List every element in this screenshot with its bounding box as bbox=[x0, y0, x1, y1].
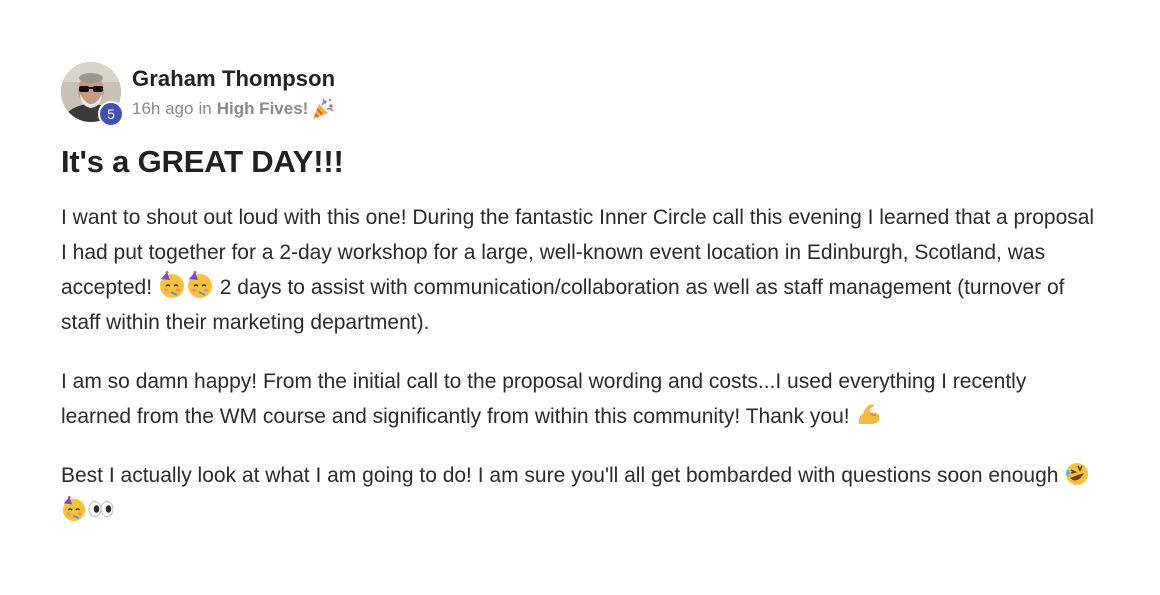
post-body: I want to shout out loud with this one! … bbox=[61, 200, 1101, 528]
paragraph-2: I am so damn happy! From the initial cal… bbox=[61, 364, 1101, 434]
author-name[interactable]: Graham Thompson bbox=[132, 66, 335, 92]
post-header: 5 Graham Thompson 16h ago in High Fives! bbox=[61, 62, 1101, 127]
post-title: It's a GREAT DAY!!! bbox=[61, 144, 344, 179]
partying-face-icon bbox=[186, 271, 214, 299]
post-time[interactable]: 16h ago bbox=[132, 99, 193, 119]
eyes-icon bbox=[87, 496, 114, 522]
partying-face-icon bbox=[158, 271, 186, 299]
post-meta: Graham Thompson 16h ago in High Fives! bbox=[132, 62, 335, 120]
level-badge: 5 bbox=[98, 101, 124, 127]
flexed-biceps-icon bbox=[855, 400, 883, 428]
author-avatar-wrapper[interactable]: 5 bbox=[61, 62, 124, 127]
paragraph-1: I want to shout out loud with this one! … bbox=[61, 200, 1101, 340]
category-link[interactable]: High Fives! bbox=[217, 99, 309, 119]
in-label: in bbox=[198, 99, 212, 118]
rolling-on-floor-laughing-icon bbox=[1064, 461, 1090, 487]
paragraph-3-text: Best I actually look at what I am going … bbox=[61, 464, 1059, 487]
party-popper-icon bbox=[311, 98, 335, 120]
post-subline: 16h ago in High Fives! bbox=[132, 98, 335, 120]
post-card: 5 Graham Thompson 16h ago in High Fives! bbox=[61, 62, 1101, 552]
paragraph-3: Best I actually look at what I am going … bbox=[61, 458, 1101, 528]
partying-face-icon bbox=[61, 496, 87, 522]
